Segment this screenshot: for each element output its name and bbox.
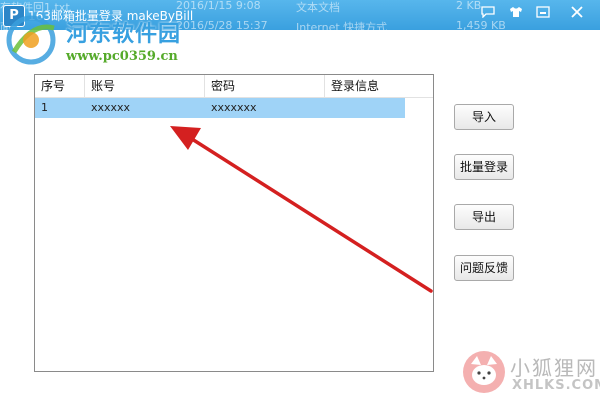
- watermark-corner-url: XHLKS.COM: [512, 378, 600, 393]
- column-header-index[interactable]: 序号: [35, 75, 85, 97]
- batch-login-button[interactable]: 批量登录: [454, 154, 514, 180]
- background-file-size: 2 KB: [456, 0, 482, 12]
- cell-account: xxxxxx: [91, 101, 131, 114]
- column-header-password[interactable]: 密码: [205, 75, 325, 97]
- cell-login-info: [325, 98, 405, 118]
- fox-logo-icon: [463, 351, 505, 393]
- watermark-site-name: 河东软件园: [66, 22, 182, 47]
- background-file-type: 文本文档: [296, 1, 340, 14]
- skin-icon[interactable]: [507, 6, 525, 22]
- column-header-account[interactable]: 账号: [85, 75, 205, 97]
- close-icon[interactable]: [568, 6, 586, 22]
- feedback-button[interactable]: 问题反馈: [454, 255, 514, 281]
- cell-index: 1: [41, 101, 48, 114]
- import-button[interactable]: 导入: [454, 104, 514, 130]
- cell-password: xxxxxxx: [211, 101, 257, 114]
- column-header-login-info[interactable]: 登录信息: [325, 75, 433, 97]
- account-list[interactable]: 序号 账号 密码 登录信息 1 xxxxxx xxxxxxx: [34, 74, 434, 372]
- watermark-site-url: www.pc0359.cn: [66, 49, 178, 64]
- watermark-corner-name: 小狐狸网: [510, 356, 598, 380]
- minimize-icon[interactable]: [534, 6, 552, 22]
- site-logo-icon: [6, 15, 56, 65]
- background-file-type: Internet 快捷方式: [296, 21, 388, 34]
- list-header: 序号 账号 密码 登录信息: [35, 75, 433, 98]
- menu-icon[interactable]: [479, 6, 497, 22]
- export-button[interactable]: 导出: [454, 204, 514, 230]
- table-row[interactable]: 1 xxxxxx xxxxxxx: [35, 98, 405, 118]
